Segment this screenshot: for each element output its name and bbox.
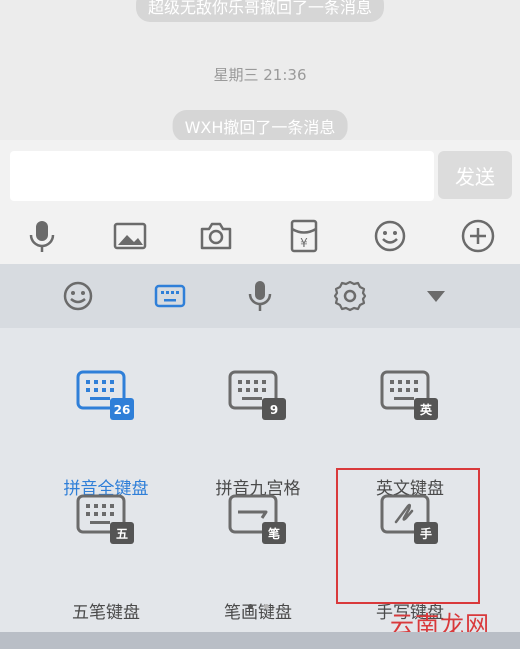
keyboard-option-label: 五笔键盘: [72, 603, 140, 623]
attachment-toolbar: ¥: [0, 208, 520, 264]
page-dot: [264, 604, 269, 609]
keyboard-option-stroke[interactable]: 笔 笔画键盘: [178, 494, 338, 623]
pagination-dots: [248, 604, 272, 610]
stroke-keyboard-icon: 笔: [228, 494, 286, 544]
keyboard-badge: 26: [114, 403, 131, 417]
keyboard-icon: 英: [380, 370, 438, 420]
image-icon[interactable]: [112, 218, 148, 254]
chat-history: 超级无敌你乐哥撤回了一条消息 星期三 21:36 WXH撤回了一条消息: [0, 0, 520, 142]
emoji-icon[interactable]: [372, 218, 408, 254]
microphone-icon[interactable]: [242, 278, 278, 314]
message-input[interactable]: [10, 151, 434, 201]
keyboard-option-wubi[interactable]: 五 五笔键盘: [26, 494, 186, 623]
highlight-annotation: [336, 468, 480, 604]
recall-notice: WXH撤回了一条消息: [172, 110, 348, 142]
recall-notice-top: 超级无敌你乐哥撤回了一条消息: [135, 0, 385, 22]
keyboard-badge: 9: [270, 403, 278, 417]
camera-icon[interactable]: [198, 218, 234, 254]
keyboard-badge: 笔: [268, 526, 280, 541]
keyboard-icon[interactable]: [152, 278, 188, 314]
keyboard-toolbar: [0, 264, 520, 328]
keyboard-option-pinyin-nine[interactable]: 9 拼音九宫格: [178, 370, 338, 499]
emoji-icon[interactable]: [60, 278, 96, 314]
keyboard-icon: 9: [228, 370, 286, 420]
settings-icon[interactable]: [332, 278, 368, 314]
microphone-icon[interactable]: [24, 218, 60, 254]
svg-text:¥: ¥: [300, 236, 308, 250]
collapse-icon[interactable]: [418, 278, 454, 314]
keyboard-option-pinyin-full[interactable]: 26 拼音全键盘: [26, 370, 186, 499]
keyboard-option-label: 笔画键盘: [224, 603, 292, 623]
message-timestamp: 星期三 21:36: [213, 66, 307, 84]
keyboard-icon: 五: [76, 494, 134, 544]
keyboard-badge: 五: [116, 527, 128, 541]
plus-icon[interactable]: [460, 218, 496, 254]
send-button[interactable]: 发送: [438, 151, 512, 199]
page-dot-active: [248, 604, 253, 609]
keyboard-badge: 英: [420, 402, 433, 417]
composer: 发送: [0, 140, 520, 208]
bottom-bar: [0, 632, 520, 649]
keyboard-icon: 26: [76, 370, 134, 420]
red-packet-icon[interactable]: ¥: [286, 218, 322, 254]
